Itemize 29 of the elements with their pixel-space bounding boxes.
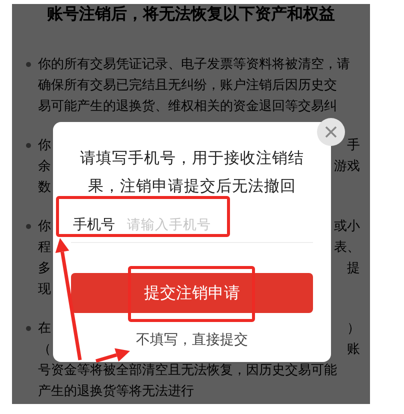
body-text: 程 [38, 239, 51, 257]
close-icon [325, 126, 337, 138]
body-text: 账 [347, 341, 360, 359]
body-text: 你 [38, 137, 51, 155]
body-text: 易可能产生的退换货、维权相关的资金退回等交易纠 [38, 98, 337, 116]
body-text: 数 [38, 179, 51, 197]
close-button[interactable] [317, 118, 345, 146]
body-text: 游戏 [334, 158, 360, 176]
body-text: 提 [347, 260, 360, 278]
body-text: （ [38, 341, 51, 359]
body-text: 你的所有交易凭证记录、电子发票等资料将被清空，请 [38, 56, 350, 74]
body-text: 在 [38, 320, 51, 338]
body-text: 多 [38, 260, 51, 278]
body-text: 手 [347, 137, 360, 155]
annotation-arrow [96, 348, 130, 363]
body-text: 现 [38, 281, 51, 299]
skip-link[interactable]: 不填写，直接提交 [136, 331, 248, 349]
submit-button[interactable]: 提交注销申请 [71, 273, 313, 313]
body-text: 余 [38, 158, 51, 176]
body-text: 产生的退换货等将无法进行 [38, 383, 194, 401]
body-text: 表、 [334, 239, 360, 257]
dialog-message: 请填写手机号，用于接收注销结果，注销申请提交后无法撤回 [79, 148, 305, 197]
body-text: 或小 [334, 218, 360, 236]
body-text: 号资金等将被全部清空且无法恢复，因历史交易可能 [38, 362, 337, 380]
body-text: 你 [38, 218, 51, 236]
page-title: 账号注销后，将无法恢复以下资产和权益 [46, 4, 336, 25]
body-text: ） [347, 320, 360, 338]
phone-label: 手机号 [73, 216, 115, 234]
body-text: 确保所有交易已完结且无纠纷，账户注销后因历史交 [38, 77, 337, 95]
